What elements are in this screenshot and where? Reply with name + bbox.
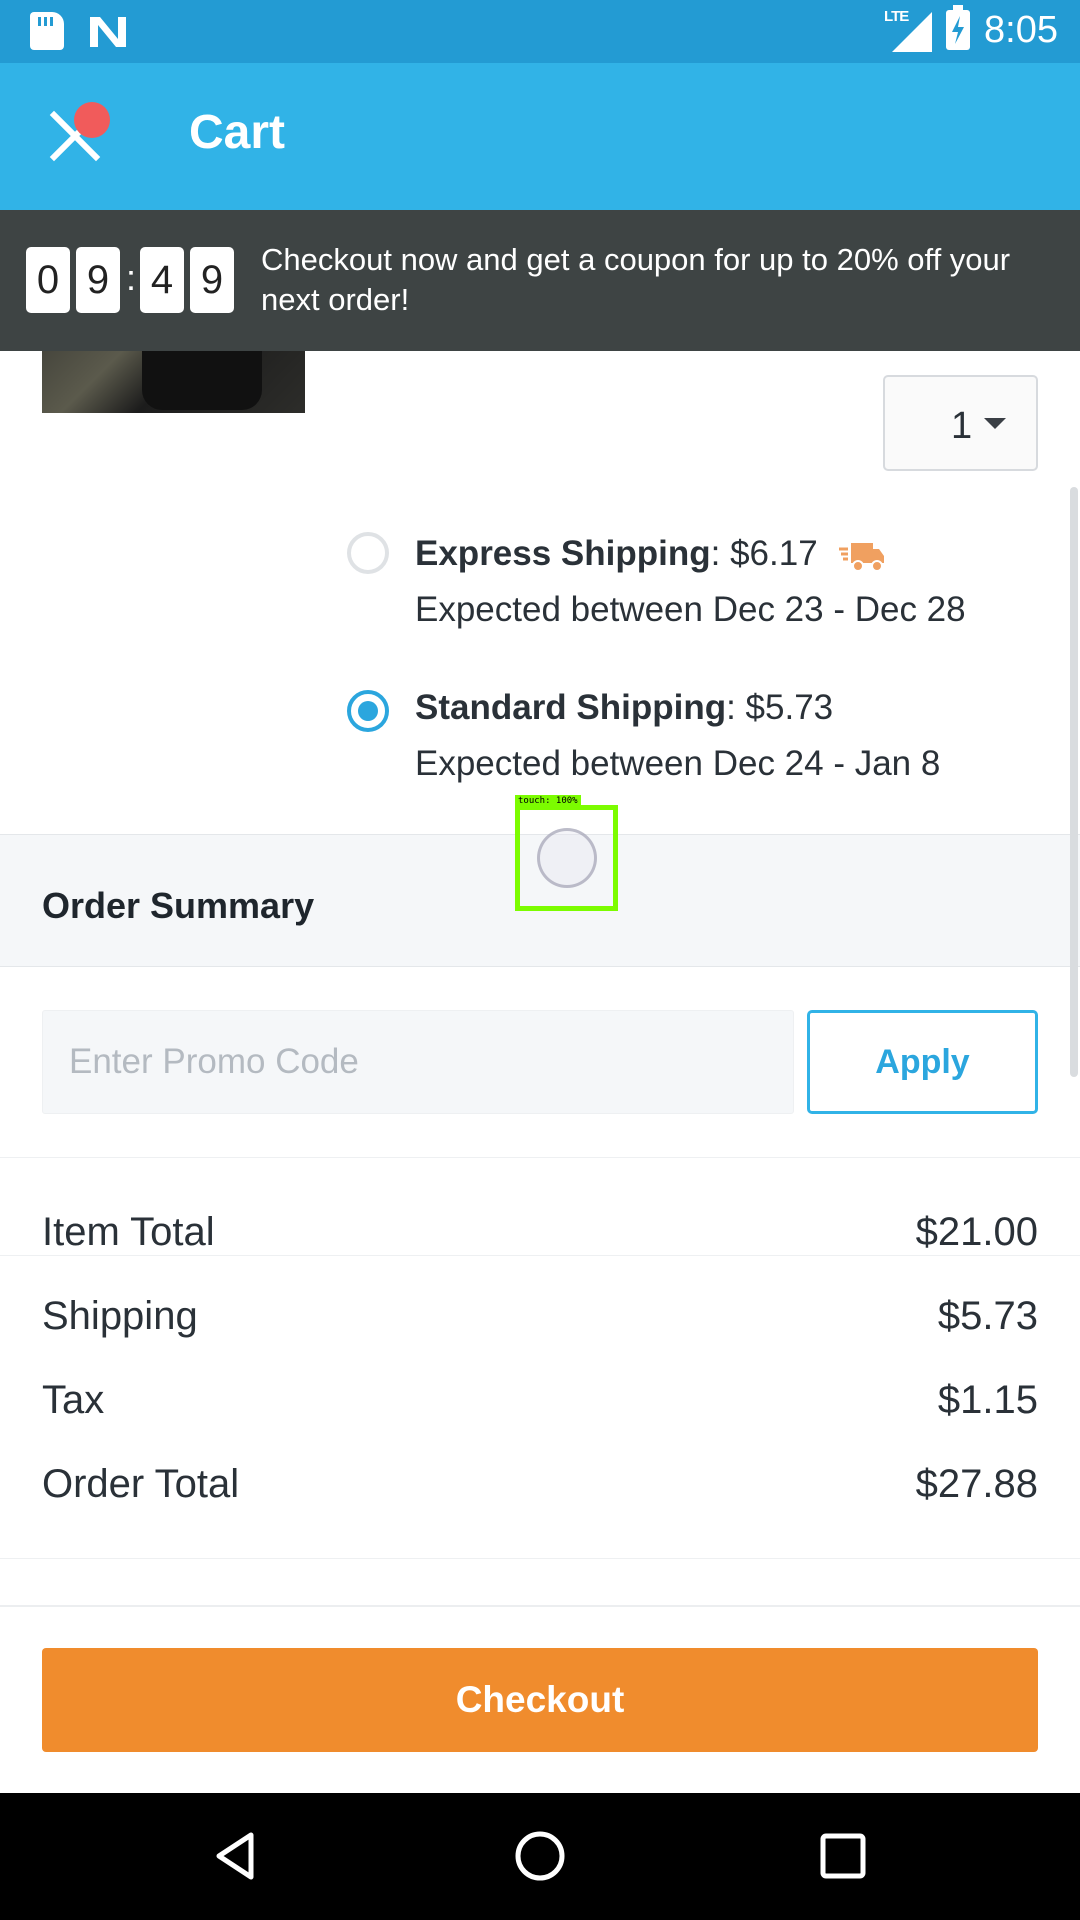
order-total-value: $27.88 [915,1462,1038,1506]
timer-digit: 4 [140,247,185,313]
shipping-label: Shipping [42,1294,198,1338]
countdown-timer: 0 9 : 4 9 [26,247,240,313]
timer-digit: 0 [26,247,70,313]
touch-point-icon [537,828,597,888]
chevron-down-icon [984,418,1006,429]
quantity-select[interactable]: 1 [883,375,1038,471]
timer-separator: : [126,257,137,298]
truck-icon [839,542,885,572]
standard-shipping-label[interactable]: Standard Shipping: $5.73 [415,688,833,728]
tax-label: Tax [42,1378,105,1422]
express-shipping-eta: Expected between Dec 23 - Dec 28 [415,590,966,629]
item-total-row: Item Total $21.00 [42,1210,1038,1255]
order-summary-title: Order Summary [42,885,315,926]
navigation-bar [0,1793,1080,1920]
notification-dot [74,102,110,138]
shipping-row: Shipping $5.73 [42,1294,1038,1339]
tax-row: Tax $1.15 [42,1378,1038,1423]
status-bar: LTE 8:05 [0,0,1080,63]
standard-shipping-name: Standard Shipping [415,688,727,727]
touch-indicator-label: touch: 100% [515,795,581,807]
checkout-button[interactable]: Checkout [42,1648,1038,1752]
standard-shipping-eta: Expected between Dec 24 - Jan 8 [415,744,941,783]
express-shipping-price: : $6.17 [710,534,818,573]
checkout-bar: Checkout [0,1605,1080,1793]
home-icon[interactable] [507,1823,573,1889]
timer-digit: 9 [190,247,235,313]
express-shipping-name: Express Shipping [415,534,711,573]
app-bar: Cart [0,63,1080,210]
order-total-row: Order Total $27.88 [42,1462,1038,1507]
checkout-timer-banner: 0 9 : 4 9 Checkout now and get a coupon … [0,210,1080,351]
standard-shipping-price: : $5.73 [726,688,834,727]
item-total-label: Item Total [42,1210,215,1254]
battery-charging-icon [946,5,971,50]
express-shipping-radio[interactable] [347,532,389,574]
divider [0,1255,1080,1256]
status-time: 8:05 [984,8,1058,51]
standard-shipping-radio[interactable] [347,690,389,732]
apply-promo-button[interactable]: Apply [807,1010,1038,1114]
scrollbar[interactable] [1070,487,1078,1077]
page-title: Cart [189,106,286,159]
back-icon[interactable] [203,1823,269,1889]
divider [0,1558,1080,1559]
lte-signal-icon: LTE [884,8,933,52]
timer-digit: 9 [76,247,120,313]
sd-card-icon [30,12,64,50]
order-total-label: Order Total [42,1462,240,1506]
shipping-value: $5.73 [937,1294,1038,1338]
promo-code-input[interactable] [42,1010,794,1114]
tax-value: $1.15 [937,1378,1038,1422]
divider [0,1157,1080,1158]
touch-indicator [515,805,618,911]
banner-message: Checkout now and get a coupon for up to … [261,242,1011,317]
n-notification-icon [90,17,126,47]
quantity-value: 1 [951,405,973,447]
recents-icon[interactable] [810,1823,876,1889]
express-shipping-label[interactable]: Express Shipping: $6.17 [415,534,885,574]
item-total-value: $21.00 [915,1210,1038,1254]
